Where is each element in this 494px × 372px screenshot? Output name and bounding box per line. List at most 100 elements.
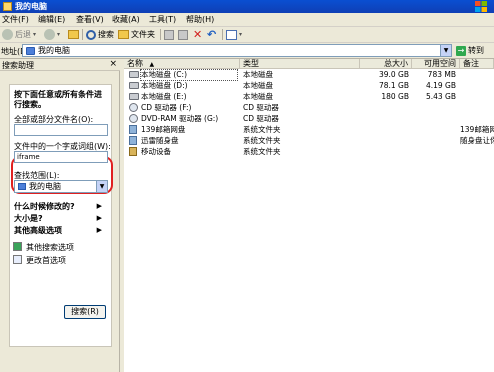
windows-logo-icon (475, 1, 487, 12)
hard-drive-icon (129, 71, 139, 78)
move-to-icon (164, 29, 174, 40)
row-free: 783 MB (427, 70, 456, 79)
menu-tools[interactable]: 工具(T) (149, 15, 176, 25)
preferences-icon (13, 255, 22, 264)
look-in-select[interactable]: 我的电脑 ▼ (14, 180, 108, 193)
folders-label: 文件夹 (131, 30, 155, 39)
row-total: 78.1 GB (378, 81, 409, 90)
search-pane-header: 搜索助理 × (0, 59, 120, 71)
row-name: 迅雷随身盘 (141, 136, 179, 145)
row-comment: 139邮箱网 (460, 125, 494, 134)
move-to-button[interactable] (164, 28, 174, 41)
menu-view[interactable]: 查看(V) (76, 15, 104, 25)
option-advanced[interactable]: 其他高级选项 (14, 225, 62, 236)
column-header-name[interactable]: 名称 ▲ (124, 59, 240, 69)
device-icon (129, 136, 137, 145)
chevron-down-icon[interactable]: ▼ (440, 45, 451, 56)
cd-drive-icon (129, 114, 138, 123)
row-name: CD 驱动器 (F:) (141, 103, 192, 112)
filename-input[interactable] (14, 124, 108, 136)
chevron-down-icon: ▾ (239, 31, 243, 38)
my-computer-icon (26, 46, 35, 55)
row-name: 139邮箱网盘 (141, 125, 186, 134)
row-type: CD 驱动器 (243, 103, 279, 112)
sort-ascending-icon: ▲ (149, 61, 155, 68)
search-pane-title: 搜索助理 (2, 61, 34, 70)
back-label: 后退 (15, 30, 31, 39)
up-folder-button[interactable] (68, 28, 79, 41)
toolbar: 后退 ▾ ▾ 搜索 文件夹 ✕ ↶ ▾ (0, 27, 494, 43)
menu-help[interactable]: 帮助(H) (186, 15, 214, 25)
list-item[interactable]: DVD-RAM 驱动器 (G:) CD 驱动器 (124, 114, 494, 124)
row-type: 本地磁盘 (243, 70, 273, 79)
go-label: 转到 (468, 46, 484, 55)
search-icon (86, 29, 96, 40)
back-arrow-icon (2, 29, 13, 40)
go-button[interactable]: → 转到 (456, 45, 484, 56)
views-button[interactable]: ▾ (226, 28, 242, 41)
row-total: 180 GB (381, 92, 409, 101)
folders-button[interactable]: 文件夹 (118, 28, 155, 41)
chevron-down-icon: ▼ (96, 181, 107, 192)
file-list: 名称 ▲ 类型 总大小 可用空间 备注 本地磁盘 (C:) 本地磁盘 39.0 … (124, 59, 494, 372)
list-item[interactable]: 迅雷随身盘 系统文件夹 随身盘让你 (124, 136, 494, 146)
forward-button[interactable]: ▾ (44, 28, 60, 41)
close-icon[interactable]: × (109, 59, 117, 69)
views-icon (226, 29, 237, 40)
chevron-down-icon: ▾ (57, 31, 61, 38)
address-value: 我的电脑 (38, 46, 70, 55)
search-button[interactable]: 搜索 (86, 28, 114, 41)
option-when-modified[interactable]: 什么时候修改的? (14, 201, 75, 212)
expand-arrow-icon[interactable]: ▶ (97, 202, 102, 210)
search-label: 搜索 (98, 30, 114, 39)
list-item[interactable]: 139邮箱网盘 系统文件夹 139邮箱网 (124, 125, 494, 135)
expand-arrow-icon[interactable]: ▶ (97, 214, 102, 222)
search-panel: 按下面任意或所有条件进 行搜索。 全部或部分文件名(O): 文件中的一个字或词组… (9, 84, 113, 347)
row-name: 本地磁盘 (D:) (141, 81, 188, 90)
menu-file[interactable]: 文件(F) (2, 15, 29, 25)
list-item[interactable]: 本地磁盘 (E:) 本地磁盘 180 GB 5.43 GB (124, 92, 494, 102)
device-icon (129, 125, 137, 134)
my-computer-icon (18, 183, 26, 190)
title-bar: 我的电脑 (0, 0, 494, 13)
cd-drive-icon (129, 103, 138, 112)
row-type: 系统文件夹 (243, 147, 281, 156)
word-input[interactable]: iframe (14, 151, 108, 163)
change-preferences-link[interactable]: 更改首选项 (26, 255, 66, 266)
delete-icon: ✕ (193, 28, 203, 41)
row-type: 本地磁盘 (243, 81, 273, 90)
delete-button[interactable]: ✕ (193, 28, 202, 41)
expand-arrow-icon[interactable]: ▶ (97, 226, 102, 234)
hard-drive-icon (129, 93, 139, 100)
column-header-comment[interactable]: 备注 (460, 59, 494, 69)
row-type: CD 驱动器 (243, 114, 279, 123)
copy-to-button[interactable] (178, 28, 188, 41)
option-size[interactable]: 大小是? (14, 213, 43, 224)
device-icon (129, 147, 137, 156)
search-submit-button[interactable]: 搜索(R) (64, 305, 106, 319)
column-header-free[interactable]: 可用空间 (412, 59, 460, 69)
back-button[interactable]: 后退 ▾ (2, 28, 36, 41)
undo-icon: ↶ (207, 28, 217, 41)
row-total: 39.0 GB (378, 70, 409, 79)
column-header-total[interactable]: 总大小 (360, 59, 412, 69)
row-type: 系统文件夹 (243, 125, 281, 134)
row-name: DVD-RAM 驱动器 (G:) (141, 114, 219, 123)
row-name: 本地磁盘 (C:) (140, 69, 238, 81)
column-header-type[interactable]: 类型 (240, 59, 360, 69)
list-item[interactable]: 本地磁盘 (C:) 本地磁盘 39.0 GB 783 MB (124, 69, 494, 81)
other-search-options-link[interactable]: 其他搜索选项 (26, 242, 74, 253)
address-bar: 地址(D) 我的电脑 ▼ → 转到 (0, 43, 494, 59)
window-title: 我的电脑 (15, 2, 47, 11)
list-item[interactable]: CD 驱动器 (F:) CD 驱动器 (124, 103, 494, 113)
search-pane: 搜索助理 × 按下面任意或所有条件进 行搜索。 全部或部分文件名(O): 文件中… (0, 59, 120, 372)
menu-edit[interactable]: 编辑(E) (38, 15, 65, 25)
other-search-icon (13, 242, 22, 251)
row-comment: 随身盘让你 (460, 136, 494, 145)
row-name: 移动设备 (141, 147, 171, 156)
undo-button[interactable]: ↶ (207, 28, 216, 41)
menu-favorites[interactable]: 收藏(A) (112, 15, 140, 25)
list-item[interactable]: 移动设备 系统文件夹 (124, 147, 494, 157)
list-item[interactable]: 本地磁盘 (D:) 本地磁盘 78.1 GB 4.19 GB (124, 81, 494, 91)
address-field[interactable]: 我的电脑 ▼ (22, 44, 452, 57)
